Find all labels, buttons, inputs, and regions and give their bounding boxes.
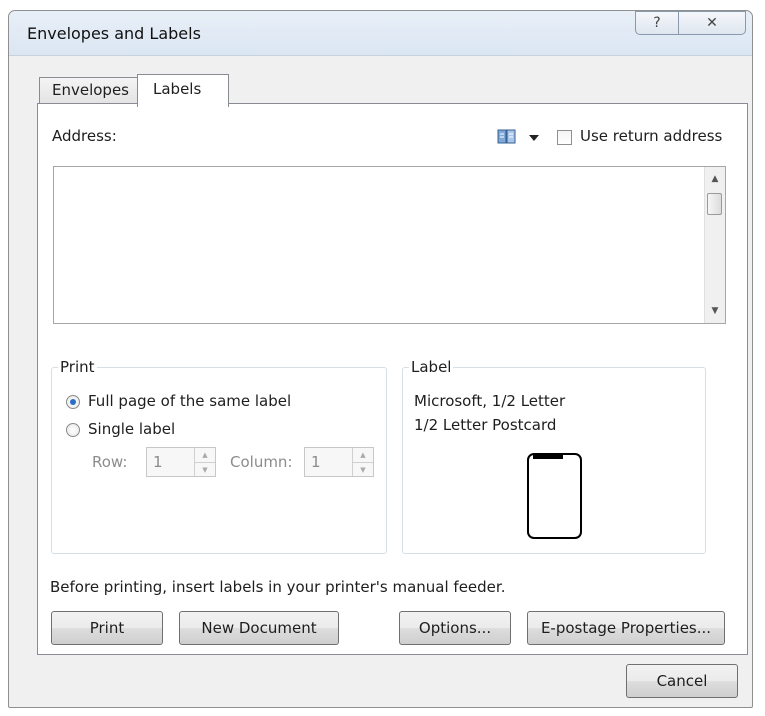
address-book-icon[interactable]: [497, 129, 517, 145]
window-title: Envelopes and Labels: [27, 24, 201, 43]
column-up-icon[interactable]: ▲: [353, 448, 373, 462]
chevron-down-icon[interactable]: [529, 135, 539, 141]
address-textarea[interactable]: ▲ ▼: [53, 166, 726, 324]
row-value: 1: [153, 453, 163, 471]
address-label: Address:: [52, 127, 117, 145]
print-button[interactable]: Print: [51, 611, 163, 645]
print-group-title: Print: [58, 358, 97, 376]
row-down-icon[interactable]: ▼: [195, 462, 215, 477]
address-scrollbar[interactable]: ▲ ▼: [704, 167, 725, 323]
help-button[interactable]: ?: [635, 11, 679, 35]
options-button[interactable]: Options...: [399, 611, 511, 645]
scroll-thumb[interactable]: [707, 193, 722, 215]
column-label: Column:: [230, 453, 293, 471]
new-document-button[interactable]: New Document: [179, 611, 339, 645]
label-vendor: Microsoft, 1/2 Letter: [414, 392, 566, 410]
scroll-up-icon[interactable]: ▲: [705, 169, 725, 189]
close-icon: ✕: [706, 15, 718, 31]
label-group[interactable]: Label Microsoft, 1/2 Letter 1/2 Letter P…: [402, 358, 706, 554]
label-group-title: Label: [409, 358, 454, 376]
row-label: Row:: [92, 453, 128, 471]
print-group: Print Full page of the same label Single…: [51, 358, 387, 554]
column-down-icon[interactable]: ▼: [353, 462, 373, 477]
use-return-address-label[interactable]: Use return address: [580, 127, 722, 145]
tab-envelopes[interactable]: Envelopes: [39, 77, 138, 104]
envelopes-labels-dialog: Envelopes and Labels ? ✕ Envelopes Label…: [8, 10, 753, 708]
label-product: 1/2 Letter Postcard: [414, 416, 557, 434]
label-preview-icon: [527, 453, 582, 539]
single-label-label[interactable]: Single label: [88, 420, 175, 438]
tab-labels[interactable]: Labels: [137, 74, 229, 107]
use-return-address-checkbox[interactable]: [557, 130, 572, 145]
help-icon: ?: [653, 15, 661, 31]
labels-tab-panel: Address: Use return address ▲ ▼ Print Fu…: [37, 103, 748, 655]
feeder-notice: Before printing, insert labels in your p…: [50, 578, 506, 596]
single-label-radio[interactable]: [66, 423, 80, 437]
row-up-icon[interactable]: ▲: [195, 448, 215, 462]
epostage-properties-button[interactable]: E-postage Properties...: [527, 611, 725, 645]
column-spinner[interactable]: 1 ▲ ▼: [304, 447, 374, 477]
full-page-label[interactable]: Full page of the same label: [88, 392, 291, 410]
cancel-button[interactable]: Cancel: [626, 664, 738, 698]
close-button[interactable]: ✕: [678, 11, 746, 35]
full-page-radio[interactable]: [66, 395, 80, 409]
scroll-down-icon[interactable]: ▼: [705, 301, 725, 321]
row-spinner[interactable]: 1 ▲ ▼: [146, 447, 216, 477]
title-bar[interactable]: Envelopes and Labels ? ✕: [9, 11, 752, 56]
column-value: 1: [311, 453, 321, 471]
